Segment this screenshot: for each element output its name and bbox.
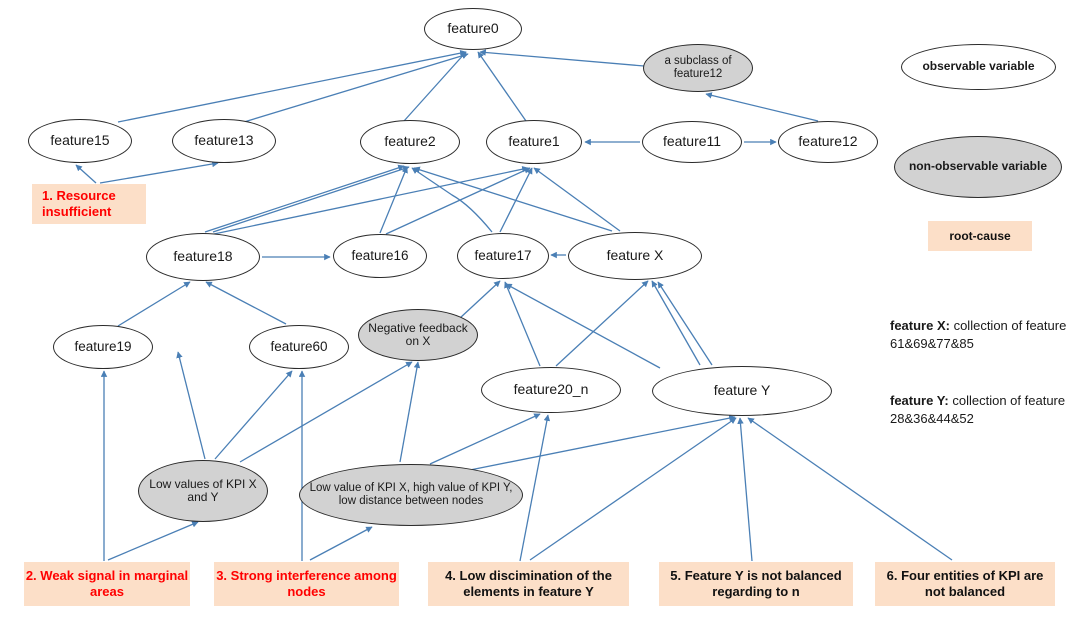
- node-label: feature2: [384, 133, 436, 150]
- legend-non-observable-node: non-observable variable: [894, 136, 1062, 198]
- edge-feature20n-to-feature17: [504, 281, 541, 367]
- root-cause-label: 2. Weak signal in marginal areas: [25, 567, 189, 599]
- node-feature13[interactable]: feature13: [172, 119, 276, 163]
- edge-feature13-to-feature0: [243, 52, 469, 123]
- root-cause-rc2[interactable]: 2. Weak signal in marginal areas: [24, 562, 190, 606]
- node-feature11[interactable]: feature11: [642, 121, 742, 163]
- root-cause-rc4[interactable]: 4. Low discimination of the elements in …: [428, 562, 629, 606]
- edge-rc5-to-featureY: [737, 417, 753, 562]
- node-label: feature13: [194, 132, 254, 149]
- edge-feature2-to-feature0: [403, 51, 467, 122]
- legend-observable-node: observable variable: [901, 44, 1056, 90]
- edge-feature16-to-feature1: [385, 167, 531, 235]
- node-feature20n[interactable]: feature20_n: [481, 367, 621, 413]
- node-label: Negative feedback on X: [368, 320, 468, 348]
- node-label: Low value of KPI X, high value of KPI Y,…: [309, 482, 513, 507]
- root-cause-label: 5. Feature Y is not balanced regarding t…: [670, 567, 842, 599]
- edge-feature12-to-subclass12: [705, 92, 819, 122]
- node-negfeedX[interactable]: Negative feedback on X: [358, 309, 478, 361]
- node-feature19[interactable]: feature19: [53, 325, 153, 369]
- legend-observable-label: observable variable: [922, 59, 1035, 74]
- edge-feature18-to-feature1: [213, 166, 529, 235]
- node-feature60[interactable]: feature60: [249, 325, 349, 369]
- node-label: a subclass of feature12: [664, 55, 732, 80]
- edge-feature19-to-feature18: [117, 281, 191, 327]
- edge-kpiXYdist-to-negfeedX: [399, 361, 421, 463]
- root-cause-rc5[interactable]: 5. Feature Y is not balanced regarding t…: [659, 562, 853, 606]
- node-feature18[interactable]: feature18: [146, 233, 260, 281]
- edge-rc4-to-featureY: [529, 417, 737, 561]
- edge-layer: [75, 49, 953, 562]
- node-feature2[interactable]: feature2: [360, 120, 460, 164]
- node-label: feature11: [662, 133, 722, 150]
- edge-kpiXY-to-feature19: [176, 351, 206, 460]
- edge-kpiXY-to-feature60: [214, 370, 293, 460]
- root-cause-rc6[interactable]: 6. Four entities of KPI are not balanced: [875, 562, 1055, 606]
- root-cause-rc1[interactable]: 1. Resource insufficient: [32, 184, 146, 224]
- node-feature15[interactable]: feature15: [28, 119, 132, 163]
- node-featureX[interactable]: feature X: [568, 232, 702, 280]
- legend-root-cause-label: root-cause: [949, 228, 1011, 243]
- edge-negfeedX-to-feature17: [459, 280, 501, 319]
- root-cause-label: 3. Strong interference among nodes: [216, 567, 397, 599]
- edge-feature20n-to-featureX: [555, 280, 649, 367]
- edge-feature17-to-feature2: [411, 167, 493, 233]
- edge-feature18-to-feature2: [204, 164, 405, 233]
- edge-featureY-to-feature17: [505, 283, 661, 369]
- edge-feature18-to-feature2: [212, 165, 410, 233]
- edge-kpiXYdist-to-feature20n: [429, 413, 541, 465]
- edge-featureY-to-featureX: [651, 280, 701, 366]
- edge-featureX-to-feature2: [413, 166, 613, 232]
- note-term: feature X:: [890, 318, 950, 333]
- edge-feature15-to-feature0: [117, 49, 467, 123]
- legend-non-observable-label: non-observable variable: [908, 159, 1048, 174]
- edge-feature17-to-feature1: [499, 167, 533, 233]
- node-label: feature0: [447, 20, 499, 37]
- edge-rc2-to-kpiXY: [107, 521, 199, 561]
- node-feature17[interactable]: feature17: [457, 233, 549, 279]
- node-subclass12[interactable]: a subclass of feature12: [643, 44, 753, 92]
- edge-rc4-to-feature20n: [519, 414, 551, 562]
- edge-rc3-to-kpiXYdist: [309, 526, 373, 561]
- edge-kpiXY-to-negfeedX: [239, 361, 413, 463]
- edge-subclass12-to-feature0: [479, 49, 645, 67]
- note-term: feature Y:: [890, 393, 949, 408]
- node-featureY[interactable]: feature Y: [652, 366, 832, 416]
- edge-rc1-to-feature15: [75, 164, 97, 184]
- edge-feature16-to-feature2: [379, 166, 408, 234]
- edge-rc1-to-feature13: [99, 160, 219, 184]
- edge-feature60-to-feature18: [205, 281, 287, 325]
- root-cause-label: 6. Four entities of KPI are not balanced: [886, 567, 1044, 599]
- node-label: feature16: [351, 248, 409, 264]
- node-label: feature20_n: [513, 381, 589, 398]
- node-label: feature17: [474, 248, 532, 264]
- node-label: feature19: [74, 339, 132, 355]
- root-cause-label: 4. Low discimination of the elements in …: [445, 567, 612, 599]
- node-label: feature18: [173, 248, 233, 265]
- note-feature-x: feature X: collection of feature 61&69&7…: [890, 317, 1078, 353]
- edge-rc6-to-featureY: [747, 417, 953, 561]
- node-label: feature12: [798, 133, 858, 150]
- root-cause-label: 1. Resource insufficient: [42, 187, 116, 219]
- edge-featureX-to-feature1: [533, 167, 621, 232]
- note-feature-y: feature Y: collection of feature 28&36&4…: [890, 392, 1078, 428]
- edge-kpiXYdist-to-featureY: [469, 414, 736, 471]
- node-label: feature X: [606, 247, 664, 264]
- node-label: feature15: [50, 132, 110, 149]
- node-label: Low values of KPI X and Y: [149, 476, 257, 504]
- node-label: feature1: [508, 133, 560, 150]
- legend-root-cause-box: root-cause: [928, 221, 1032, 251]
- edge-feature1-to-feature0: [477, 51, 527, 122]
- node-feature0[interactable]: feature0: [424, 8, 522, 50]
- node-feature16[interactable]: feature16: [333, 234, 427, 278]
- node-kpiXYdist[interactable]: Low value of KPI X, high value of KPI Y,…: [299, 464, 523, 526]
- node-kpiXY[interactable]: Low values of KPI X and Y: [138, 460, 268, 522]
- edge-featureY-to-featureX: [657, 281, 713, 366]
- node-feature12[interactable]: feature12: [778, 121, 878, 163]
- node-feature1[interactable]: feature1: [486, 120, 582, 164]
- root-cause-rc3[interactable]: 3. Strong interference among nodes: [214, 562, 399, 606]
- diagram-canvas: feature0 a subclass of feature12 feature15…: [0, 0, 1080, 618]
- node-label: feature Y: [713, 382, 771, 399]
- node-label: feature60: [270, 339, 328, 355]
